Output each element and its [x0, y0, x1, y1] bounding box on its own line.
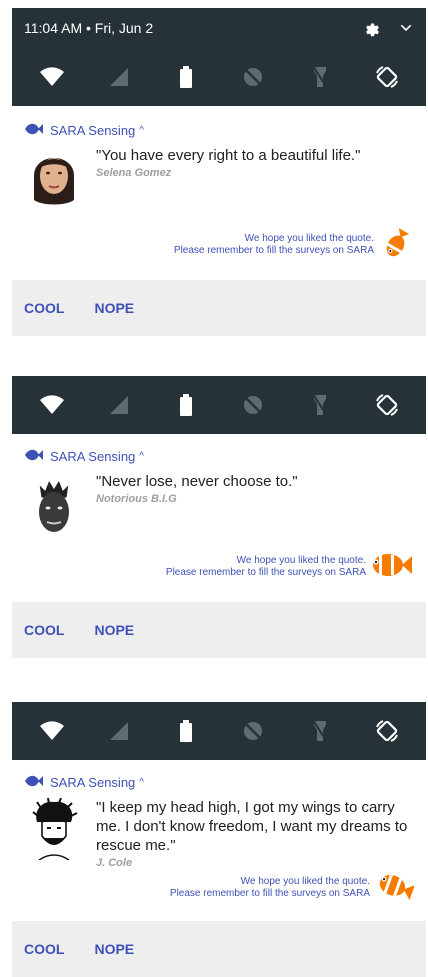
clownfish-icon — [374, 871, 415, 905]
quick-settings-row — [12, 48, 426, 106]
notification-card[interactable]: SARA Sensing ^ "I keep my head high, I g… — [12, 760, 426, 911]
notification-actions: COOL NOPE — [12, 280, 426, 336]
cool-button[interactable]: COOL — [24, 300, 64, 316]
quick-settings-row — [12, 702, 426, 760]
app-name: SARA Sensing — [50, 774, 136, 790]
notification-actions: COOL NOPE — [12, 921, 426, 977]
avatar — [24, 798, 84, 868]
wifi-icon[interactable] — [34, 387, 70, 423]
do-not-disturb-off-icon[interactable] — [235, 59, 271, 95]
cool-button[interactable]: COOL — [24, 622, 64, 638]
cool-button[interactable]: COOL — [24, 941, 64, 957]
do-not-disturb-off-icon[interactable] — [235, 387, 271, 423]
cellular-signal-icon[interactable] — [101, 387, 137, 423]
footer-line-2: Please remember to fill the surveys on S… — [165, 567, 366, 578]
fish-app-icon — [24, 122, 44, 139]
settings-gear-icon[interactable] — [362, 19, 380, 37]
auto-rotate-icon[interactable] — [369, 387, 405, 423]
app-name: SARA Sensing — [50, 122, 136, 138]
battery-icon[interactable] — [168, 713, 204, 749]
footer-line-2: Please remember to fill the surveys on S… — [173, 245, 374, 256]
quote-author: J. Cole — [96, 857, 133, 869]
app-name: SARA Sensing — [50, 448, 136, 464]
footer-line-2: Please remember to fill the surveys on S… — [169, 888, 370, 899]
do-not-disturb-off-icon[interactable] — [235, 713, 271, 749]
notification-panel-2: SARA Sensing ^ "Never lose, never choose… — [12, 376, 426, 658]
auto-rotate-icon[interactable] — [369, 713, 405, 749]
expand-caret-icon[interactable]: ^ — [139, 125, 144, 136]
flashlight-off-icon[interactable] — [302, 59, 338, 95]
notification-card[interactable]: SARA Sensing ^ "Never lose, never choose… — [12, 434, 426, 592]
wifi-icon[interactable] — [34, 713, 70, 749]
notification-actions: COOL NOPE — [12, 602, 426, 658]
avatar — [24, 146, 84, 216]
quote-text: "I keep my head high, I got my wings to … — [96, 799, 408, 854]
notification-app-header[interactable]: SARA Sensing ^ — [12, 118, 426, 142]
clownfish-icon — [370, 550, 414, 584]
notification-panel-3: SARA Sensing ^ "I keep my head high, I g… — [12, 702, 426, 977]
clownfish-icon — [378, 228, 414, 262]
status-bar: 11:04 AM • Fri, Jun 2 — [12, 8, 426, 48]
quote-text: "You have every right to a beautiful lif… — [96, 147, 361, 164]
battery-icon[interactable] — [168, 387, 204, 423]
quote-author: Notorious B.I.G — [96, 493, 177, 505]
nope-button[interactable]: NOPE — [94, 941, 134, 957]
flashlight-off-icon[interactable] — [302, 387, 338, 423]
cellular-signal-icon[interactable] — [101, 59, 137, 95]
footer-line-1: We hope you liked the quote. — [244, 233, 374, 244]
notification-app-header[interactable]: SARA Sensing ^ — [12, 770, 426, 794]
quick-settings-row — [12, 376, 426, 434]
fish-app-icon — [24, 774, 44, 791]
avatar — [24, 472, 84, 542]
fish-app-icon — [24, 448, 44, 465]
quote-author: Selena Gomez — [96, 167, 172, 179]
expand-caret-icon[interactable]: ^ — [139, 777, 144, 788]
status-time: 11:04 AM • Fri, Jun 2 — [24, 20, 154, 36]
notification-panel-1: 11:04 AM • Fri, Jun 2 SARA Sensing ^ "Yo… — [12, 8, 426, 336]
quote-text: "Never lose, never choose to." — [96, 473, 298, 490]
flashlight-off-icon[interactable] — [302, 713, 338, 749]
battery-icon[interactable] — [168, 59, 204, 95]
cellular-signal-icon[interactable] — [101, 713, 137, 749]
chevron-down-icon[interactable] — [398, 20, 414, 36]
nope-button[interactable]: NOPE — [94, 622, 134, 638]
footer-line-1: We hope you liked the quote. — [240, 876, 370, 887]
expand-caret-icon[interactable]: ^ — [139, 451, 144, 462]
nope-button[interactable]: NOPE — [94, 300, 134, 316]
notification-card[interactable]: SARA Sensing ^ "You have every right to … — [12, 106, 426, 270]
wifi-icon[interactable] — [34, 59, 70, 95]
notification-app-header[interactable]: SARA Sensing ^ — [12, 444, 426, 468]
auto-rotate-icon[interactable] — [369, 59, 405, 95]
footer-line-1: We hope you liked the quote. — [236, 555, 366, 566]
